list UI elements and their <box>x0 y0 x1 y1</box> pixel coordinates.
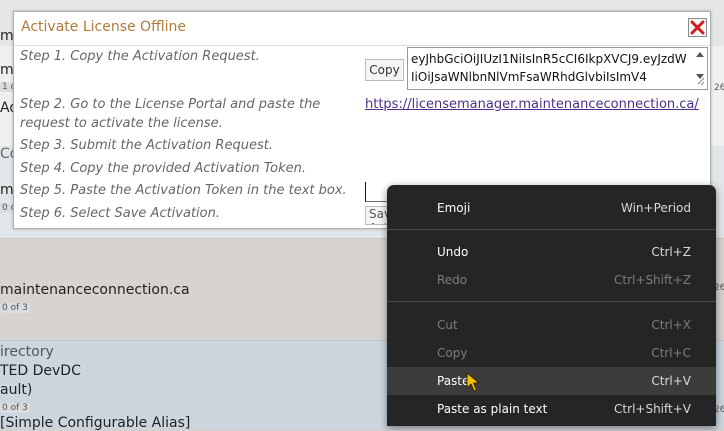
menu-item-shortcut: Ctrl+Shift+Z <box>614 273 691 287</box>
background-text: maintenanceconnection.ca <box>0 282 190 298</box>
menu-item-undo[interactable]: Undo Ctrl+Z <box>387 238 716 266</box>
menu-item-label: Copy <box>437 346 468 360</box>
background-text: irectory <box>0 344 54 360</box>
close-button[interactable] <box>688 18 707 37</box>
menu-separator <box>387 229 716 230</box>
close-icon <box>690 20 705 35</box>
menu-item-label: Undo <box>437 245 469 259</box>
menu-item-label: Paste as plain text <box>437 402 548 416</box>
step-5-text: Step 5. Paste the Activation Token in th… <box>20 183 347 198</box>
step-1-text: Step 1. Copy the Activation Request. <box>20 49 260 64</box>
background-badge: 0 of 3 <box>0 403 30 413</box>
background-badge: 0 of 3 <box>0 303 30 313</box>
menu-item-shortcut: Ctrl+Shift+V <box>614 402 691 416</box>
step-6-text: Step 6. Select Save Activation. <box>20 206 220 221</box>
menu-item-label: Cut <box>437 318 458 332</box>
menu-item-emoji[interactable]: Emoji Win+Period <box>387 194 716 222</box>
menu-item-paste-plain-text[interactable]: Paste as plain text Ctrl+Shift+V <box>387 395 716 423</box>
menu-item-label: Emoji <box>437 201 471 215</box>
step-3-text: Step 3. Submit the Activation Request. <box>20 138 273 153</box>
menu-item-label: Redo <box>437 273 468 287</box>
menu-item-copy[interactable]: Copy Ctrl+C <box>387 339 716 367</box>
menu-item-shortcut: Win+Period <box>620 201 691 215</box>
menu-item-paste[interactable]: Paste Ctrl+V <box>387 367 716 395</box>
step-2-text: Step 2. Go to the License Portal and pas… <box>20 97 321 131</box>
dialog-title: Activate License Offline <box>21 19 186 35</box>
activation-token-input[interactable] <box>365 182 389 202</box>
background-text: [Simple Configurable Alias] <box>0 415 191 431</box>
save-activation-button[interactable]: Save Activation <box>365 206 389 225</box>
background-text: TED DevDC <box>0 363 81 379</box>
mouse-pointer-icon <box>466 372 480 392</box>
title-divider <box>14 45 710 46</box>
menu-item-shortcut: Ctrl+C <box>651 346 691 360</box>
menu-item-cut[interactable]: Cut Ctrl+X <box>387 311 716 339</box>
menu-item-redo[interactable]: Redo Ctrl+Shift+Z <box>387 266 716 294</box>
activation-request-value: eyJhbGciOiJIUzI1NiIsInR5cCI6IkpXVCJ9.eyJ… <box>411 52 687 84</box>
menu-item-label: Paste <box>437 374 470 388</box>
menu-item-shortcut: Ctrl+Z <box>651 245 691 259</box>
menu-item-shortcut: Ctrl+X <box>651 318 691 332</box>
scroll-arrows-icon[interactable] <box>695 50 705 87</box>
copy-request-button[interactable]: Copy <box>365 59 404 81</box>
license-portal-link[interactable]: https://licensemanager.maintenanceconnec… <box>365 97 699 112</box>
context-menu: Emoji Win+Period Undo Ctrl+Z Redo Ctrl+S… <box>387 185 716 426</box>
menu-separator <box>387 301 716 302</box>
step-4-text: Step 4. Copy the provided Activation Tok… <box>20 161 306 176</box>
background-text: ault) <box>0 382 33 398</box>
activation-request-textarea[interactable]: eyJhbGciOiJIUzI1NiIsInR5cCI6IkpXVCJ9.eyJ… <box>407 47 708 90</box>
background-badge: 26 <box>714 83 724 93</box>
menu-item-shortcut: Ctrl+V <box>651 374 691 388</box>
